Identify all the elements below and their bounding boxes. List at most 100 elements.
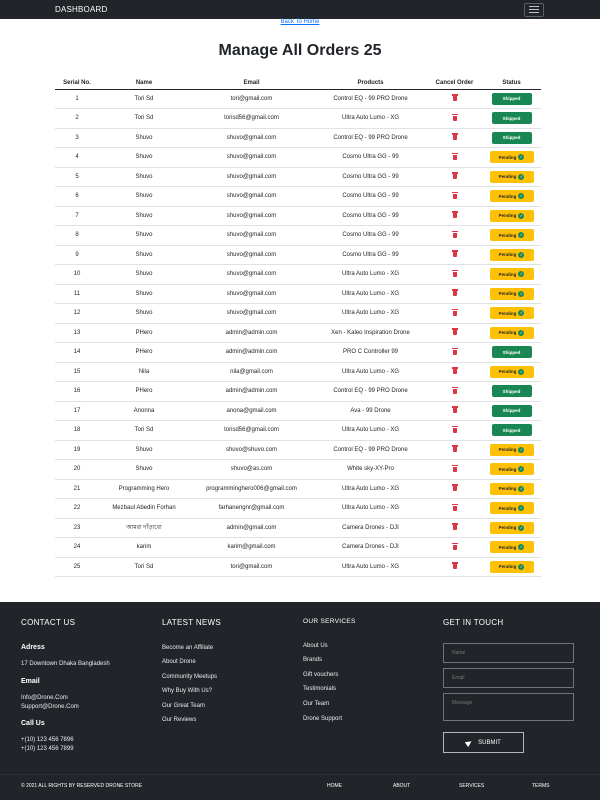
bottom-link-home[interactable]: HOME [327,783,342,789]
trash-icon[interactable] [451,328,458,336]
status-badge[interactable]: Pending ✓ [489,229,534,242]
header-status: Status [482,77,541,90]
check-circle-icon: ✓ [518,329,525,336]
trash-icon[interactable] [451,211,458,219]
check-circle-icon: ✓ [518,466,525,473]
email-cell: karim@gmail.com [189,537,314,558]
serial-cell: 16 [55,381,99,402]
product-cell: Ultra Auto Lumo - XG [314,557,427,577]
trash-icon[interactable] [451,503,458,511]
trash-icon[interactable] [451,367,458,375]
status-label: Pending [498,252,517,258]
trash-icon[interactable] [451,386,458,394]
trash-icon[interactable] [451,347,458,355]
status-badge[interactable]: Pending ✓ [489,463,534,476]
message-field[interactable] [443,693,574,721]
check-circle-icon: ✓ [518,368,525,375]
trash-icon[interactable] [451,133,458,141]
status-badge[interactable]: Pending ✓ [489,287,534,300]
trash-icon[interactable] [451,542,458,550]
status-badge[interactable]: Shipped [491,112,532,125]
status-badge[interactable]: Pending ✓ [489,190,534,203]
status-badge[interactable]: Pending ✓ [489,151,534,164]
name-cell: Shuvo [99,186,189,207]
back-to-home-link[interactable]: Back To Home [0,19,600,25]
service-link-brands[interactable]: Brands [303,657,322,663]
trash-icon[interactable] [451,172,458,180]
bottom-link-about[interactable]: ABOUT [393,783,410,789]
email-cell: shuvo@gmail.com [189,225,314,246]
status-badge[interactable]: Shipped [491,346,532,359]
trash-icon[interactable] [451,269,458,277]
check-circle-icon: ✓ [518,251,525,258]
news-link-meetups[interactable]: Community Meetups [162,674,217,680]
news-link-affiliate[interactable]: Become an Affiliate [162,645,213,651]
status-badge[interactable]: Pending ✓ [489,482,534,495]
status-badge[interactable]: Pending ✓ [489,365,534,378]
check-circle-icon: ✓ [518,173,525,180]
cancel-cell [427,245,482,265]
service-link-vouchers[interactable]: Gift vouchers [303,672,338,678]
status-badge[interactable]: Pending ✓ [489,560,534,573]
status-badge[interactable]: Pending ✓ [489,521,534,534]
trash-icon[interactable] [451,308,458,316]
news-link-why-buy[interactable]: Why Buy With Us? [162,688,212,694]
cancel-cell [427,537,482,558]
status-badge[interactable]: Shipped [491,385,532,398]
service-link-team[interactable]: Our Team [303,701,329,707]
trash-icon[interactable] [451,152,458,160]
status-label: Pending [498,505,517,511]
email-field[interactable] [443,668,574,688]
status-badge[interactable]: Pending ✓ [489,268,534,281]
table-row: 3 Shuvo shuvo@gmail.com Control EQ - 99 PRO… [55,128,541,148]
address-label: Adress [21,644,45,651]
trash-icon[interactable] [451,289,458,297]
status-badge[interactable]: Pending ✓ [489,326,534,339]
status-badge[interactable]: Pending ✓ [489,248,534,261]
trash-icon[interactable] [451,562,458,570]
submit-button[interactable]: SUBMIT [443,732,524,753]
product-cell: PRO C Controller 99 [314,342,427,363]
name-field[interactable] [443,643,574,663]
status-label: Pending [498,447,517,453]
status-badge[interactable]: Shipped [491,424,532,437]
email-cell: shuvo@gmail.com [189,167,314,187]
trash-icon[interactable] [451,406,458,414]
news-link-reviews[interactable]: Our Reviews [162,717,196,723]
status-label: Pending [498,310,517,316]
trash-icon[interactable] [451,523,458,531]
service-link-support[interactable]: Drone Support [303,716,342,722]
trash-icon[interactable] [451,191,458,199]
trash-icon[interactable] [451,94,458,102]
serial-cell: 9 [55,245,99,265]
status-badge[interactable]: Shipped [491,404,532,417]
trash-icon[interactable] [451,230,458,238]
status-badge[interactable]: Pending ✓ [489,541,534,554]
bottom-link-terms[interactable]: TERMS [532,783,550,789]
news-link-about-drone[interactable]: About Drone [162,659,196,665]
status-badge[interactable]: Shipped [491,131,532,144]
hamburger-icon[interactable] [524,2,544,17]
status-badge[interactable]: Shipped [491,92,532,105]
email-cell: shuvo@gmail.com [189,264,314,285]
table-row: 2 Tori Sd torisd56@gmail.com Ultra Auto Lum… [55,108,541,129]
status-badge[interactable]: Pending ✓ [489,443,534,456]
status-badge[interactable]: Pending ✓ [489,307,534,320]
trash-icon[interactable] [451,113,458,121]
news-link-team[interactable]: Our Great Team [162,703,205,709]
status-badge[interactable]: Pending ✓ [489,170,534,183]
service-link-testimonials[interactable]: Testimonials [303,686,336,692]
trash-icon[interactable] [451,464,458,472]
status-badge[interactable]: Pending ✓ [489,209,534,222]
status-badge[interactable]: Pending ✓ [489,502,534,515]
status-cell: Pending ✓ [482,362,541,382]
trash-icon[interactable] [451,484,458,492]
trash-icon[interactable] [451,425,458,433]
trash-icon[interactable] [451,445,458,453]
table-row: 18 Tori Sd torisd56@gmail.com Ultra Auto Lu… [55,420,541,441]
trash-icon[interactable] [451,250,458,258]
bottom-link-services[interactable]: SERVICES [459,783,484,789]
navbar-brand[interactable]: DASHBOARD [55,5,107,14]
service-link-about[interactable]: About Us [303,643,328,649]
status-label: Shipped [502,115,521,121]
